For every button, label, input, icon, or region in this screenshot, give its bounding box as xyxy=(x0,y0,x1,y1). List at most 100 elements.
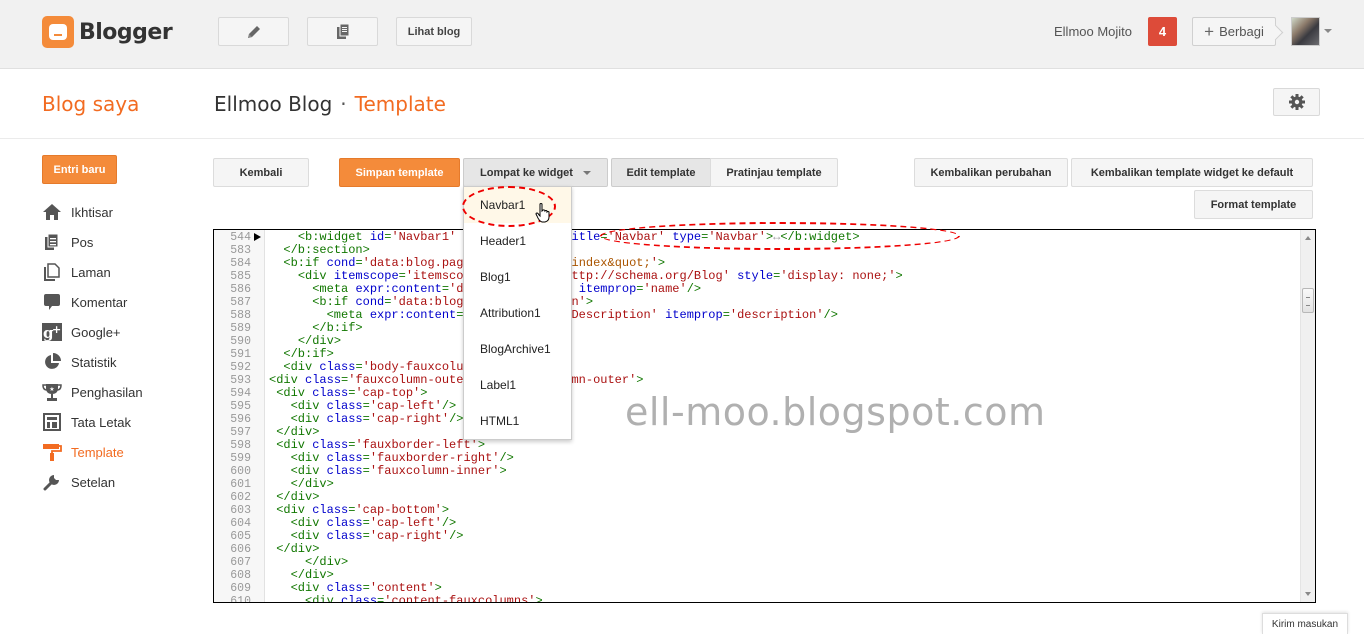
line-number: 593 xyxy=(230,374,251,387)
line-number: 607 xyxy=(230,556,251,569)
menu-item-navbar1[interactable]: Navbar1 xyxy=(464,187,571,223)
user-name[interactable]: Ellmoo Mojito xyxy=(1054,24,1132,39)
share-label: Berbagi xyxy=(1219,24,1264,39)
pencil-icon xyxy=(247,25,260,38)
jump-to-widget-dropdown[interactable]: Lompat ke widget xyxy=(463,158,608,187)
line-number: 586 xyxy=(230,283,251,296)
sidebar-item-label: Google+ xyxy=(71,324,121,340)
line-number: 587 xyxy=(230,296,251,309)
page-title: Template xyxy=(354,92,446,116)
scroll-up-icon[interactable] xyxy=(1305,236,1311,240)
watermark: ell-moo.blogspot.com xyxy=(625,390,1046,434)
menu-item-attribution1[interactable]: Attribution1 xyxy=(464,295,571,331)
line-number: 603 xyxy=(230,504,251,517)
blog-name[interactable]: Ellmoo Blog xyxy=(214,92,332,116)
settings-button[interactable] xyxy=(1273,88,1320,116)
sidebar-item-overview[interactable]: Ikhtisar xyxy=(42,197,143,227)
preview-template-tab[interactable]: Pratinjau template xyxy=(710,158,838,187)
line-number: 597 xyxy=(230,426,251,439)
svg-text:★: ★ xyxy=(49,386,54,393)
line-number: 608 xyxy=(230,569,251,582)
line-number: 591 xyxy=(230,348,251,361)
gear-icon xyxy=(1288,94,1305,110)
scroll-thumb[interactable] xyxy=(1302,288,1314,313)
line-number: 606 xyxy=(230,543,251,556)
pie-chart-icon xyxy=(42,352,62,372)
revert-changes-button[interactable]: Kembalikan perubahan xyxy=(914,158,1068,187)
line-number: 600 xyxy=(230,465,251,478)
line-number: 592 xyxy=(230,361,251,374)
chevron-down-icon xyxy=(582,170,591,175)
sidebar-item-label: Ikhtisar xyxy=(71,204,113,220)
view-blog-button[interactable]: Lihat blog xyxy=(396,17,472,46)
editor-scrollbar[interactable] xyxy=(1300,230,1315,602)
line-number: 604 xyxy=(230,517,251,530)
svg-text:+: + xyxy=(52,323,61,336)
menu-item-label1[interactable]: Label1 xyxy=(464,367,571,403)
line-number: 583 xyxy=(230,244,251,257)
menu-item-html1[interactable]: HTML1 xyxy=(464,403,571,439)
blogger-logo-icon xyxy=(42,16,74,48)
pages-icon xyxy=(336,23,349,39)
edit-template-tab[interactable]: Edit template xyxy=(611,158,711,187)
paint-roller-icon xyxy=(42,442,62,462)
sidebar-item-label: Tata Letak xyxy=(71,414,131,430)
line-number: 601 xyxy=(230,478,251,491)
new-post-button[interactable] xyxy=(218,17,289,46)
share-button[interactable]: + Berbagi xyxy=(1192,17,1276,46)
line-number: 609 xyxy=(230,582,251,595)
line-number: 590 xyxy=(230,335,251,348)
home-icon xyxy=(42,202,62,222)
line-number: 598 xyxy=(230,439,251,452)
sidebar-item-earnings[interactable]: ★ Penghasilan xyxy=(42,377,143,407)
menu-item-header1[interactable]: Header1 xyxy=(464,223,571,259)
blogger-logo[interactable]: Blogger xyxy=(42,16,173,48)
line-number: 589 xyxy=(230,322,251,335)
page-header: Blog saya Ellmoo Blog · Template xyxy=(0,69,1364,139)
line-number: 602 xyxy=(230,491,251,504)
line-number: 599 xyxy=(230,452,251,465)
line-number: 585 xyxy=(230,270,251,283)
sidebar-item-settings[interactable]: Setelan xyxy=(42,467,143,497)
wrench-icon xyxy=(42,472,62,492)
my-blogs-link[interactable]: Blog saya xyxy=(42,92,139,116)
breadcrumb: Ellmoo Blog · Template xyxy=(214,92,446,116)
sidebar-item-posts[interactable]: Pos xyxy=(42,227,143,257)
reset-widgets-button[interactable]: Kembalikan template widget ke default xyxy=(1071,158,1313,187)
line-number: 588 xyxy=(230,309,251,322)
menu-item-blogarchive1[interactable]: BlogArchive1 xyxy=(464,331,571,367)
sidebar-item-comments[interactable]: Komentar xyxy=(42,287,143,317)
sidebar-item-label: Pos xyxy=(71,234,94,250)
line-number: 584 xyxy=(230,257,251,270)
fold-arrow-icon[interactable] xyxy=(254,233,261,241)
sidebar-item-stats[interactable]: Statistik xyxy=(42,347,143,377)
line-number: 544 xyxy=(230,231,251,244)
line-number: 595 xyxy=(230,400,251,413)
sidebar-item-google-plus[interactable]: g + Google+ xyxy=(42,317,143,347)
save-template-button[interactable]: Simpan template xyxy=(339,158,460,187)
chevron-down-icon[interactable] xyxy=(1324,29,1332,33)
sidebar-item-layout[interactable]: Tata Letak xyxy=(42,407,143,437)
send-feedback-button[interactable]: Kirim masukan xyxy=(1262,613,1348,634)
notification-badge[interactable]: 4 xyxy=(1148,17,1177,46)
line-number: 610 xyxy=(230,595,251,603)
sidebar-item-label: Penghasilan xyxy=(71,384,143,400)
sidebar-nav: Ikhtisar Pos Laman Komentar g + Google+ S… xyxy=(42,197,143,497)
menu-item-blog1[interactable]: Blog1 xyxy=(464,259,571,295)
line-number: 594 xyxy=(230,387,251,400)
new-post-sidebar-button[interactable]: Entri baru xyxy=(42,155,117,184)
posts-icon xyxy=(42,232,62,252)
scroll-down-icon[interactable] xyxy=(1305,592,1311,596)
sidebar-item-pages[interactable]: Laman xyxy=(42,257,143,287)
app-name: Blogger xyxy=(79,19,173,45)
sidebar-item-template[interactable]: Template xyxy=(42,437,143,467)
widget-dropdown-menu: Navbar1 Header1 Blog1 Attribution1 BlogA… xyxy=(463,186,572,440)
avatar[interactable] xyxy=(1291,17,1320,46)
back-button[interactable]: Kembali xyxy=(213,158,309,187)
hand-cursor-icon xyxy=(535,203,550,223)
sidebar-item-label: Statistik xyxy=(71,354,117,370)
format-template-button[interactable]: Format template xyxy=(1194,190,1313,219)
google-plus-icon: g + xyxy=(42,322,62,342)
top-bar: Blogger Lihat blog Ellmoo Mojito 4 + Ber… xyxy=(0,0,1364,69)
posts-list-button[interactable] xyxy=(307,17,378,46)
